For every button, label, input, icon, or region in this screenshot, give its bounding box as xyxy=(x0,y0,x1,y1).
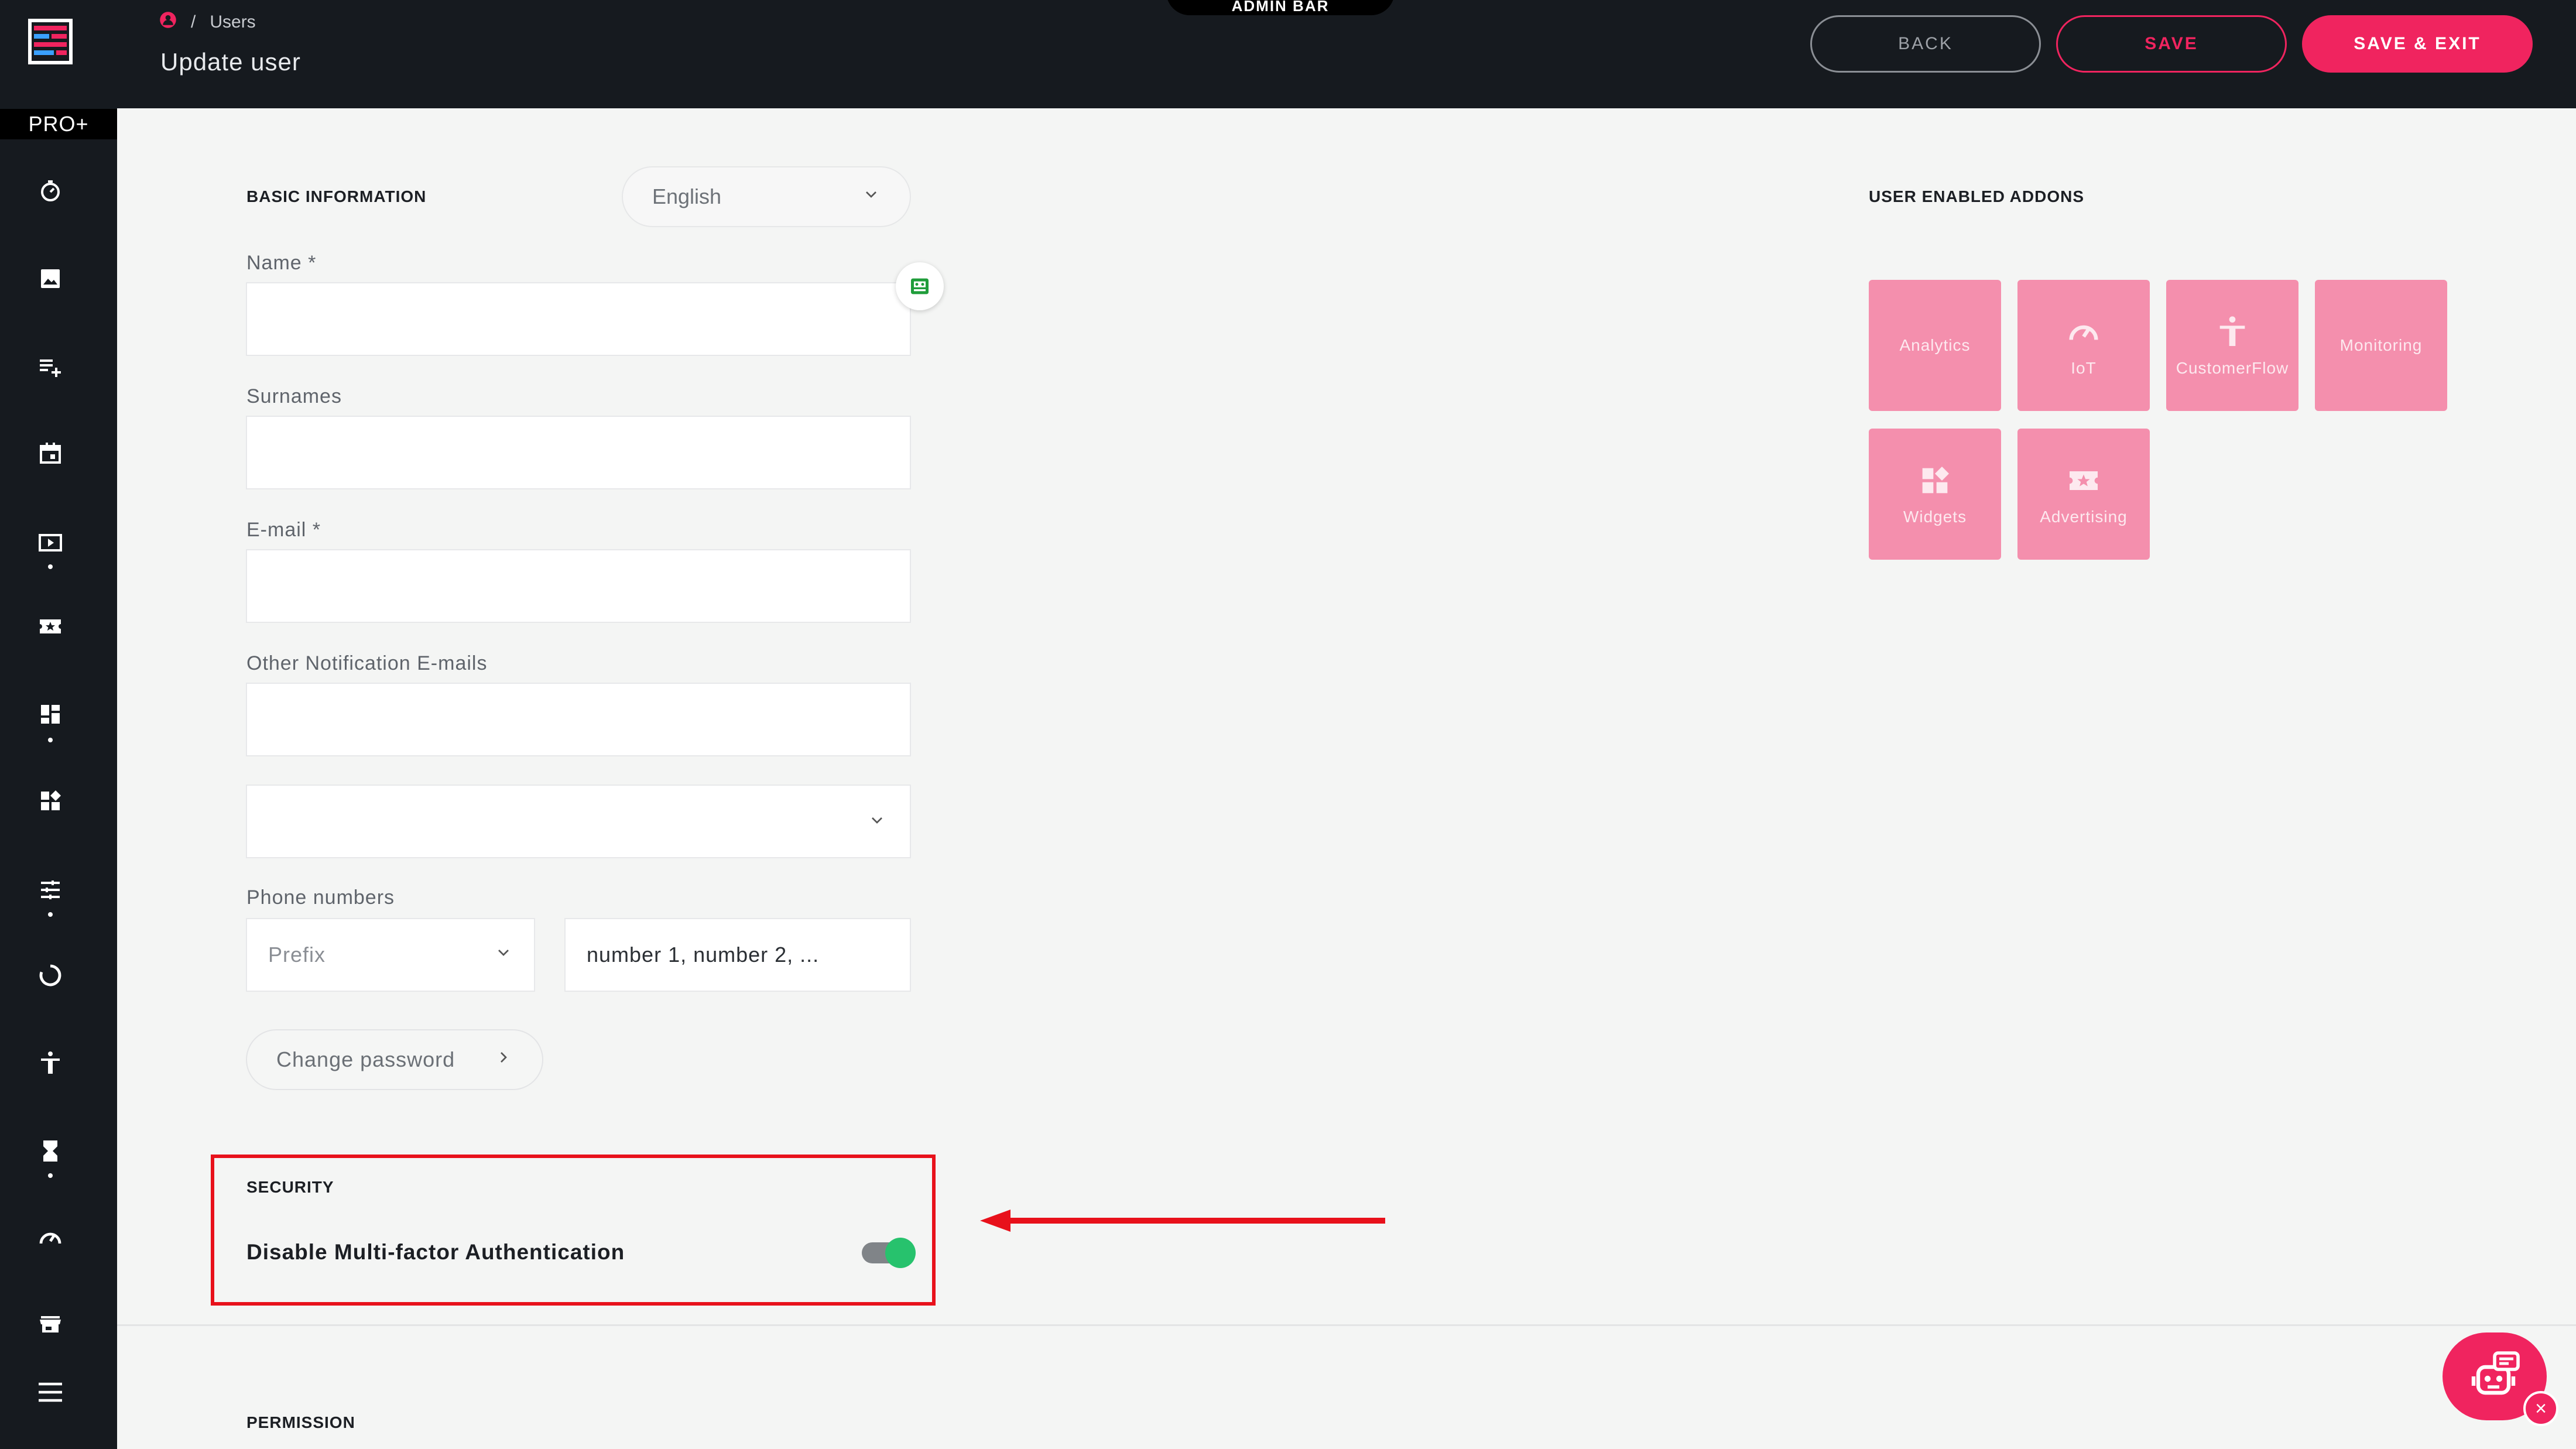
menu-icon[interactable] xyxy=(35,1377,66,1407)
phone-placeholder: number 1, number 2, ... xyxy=(587,943,820,967)
phone-numbers-label: Phone numbers xyxy=(246,886,395,909)
breadcrumb-separator: / xyxy=(191,12,196,32)
security-highlight-box xyxy=(211,1155,936,1306)
addon-label: IoT xyxy=(2071,359,2097,377)
addon-label: Monitoring xyxy=(2339,336,2423,354)
submenu-dot xyxy=(48,912,53,917)
widgets-icon xyxy=(1922,467,1949,494)
security-title: SECURITY xyxy=(246,1178,334,1196)
name-label: Name * xyxy=(246,252,317,274)
other-emails-label: Other Notification E-mails xyxy=(246,652,488,674)
chevron-down-icon xyxy=(868,811,886,833)
addon-customerflow[interactable]: CustomerFlow xyxy=(2166,280,2298,411)
language-value: English xyxy=(652,184,722,208)
email-input[interactable] xyxy=(246,549,911,623)
speedometer-icon[interactable] xyxy=(35,1222,66,1253)
app-logo[interactable] xyxy=(28,19,73,64)
save-and-exit-button[interactable]: SAVE & EXIT xyxy=(2302,15,2533,73)
admin-bar-tab[interactable]: ADMIN BAR xyxy=(1166,0,1395,15)
image-icon[interactable] xyxy=(35,263,66,294)
section-divider xyxy=(117,1324,2576,1326)
page-title: Update user xyxy=(160,48,301,76)
addon-monitoring[interactable]: Monitoring xyxy=(2315,280,2447,411)
playlist-add-icon[interactable] xyxy=(35,351,66,382)
breadcrumb: / Users xyxy=(159,11,256,34)
password-manager-icon[interactable] xyxy=(896,262,944,310)
annotation-arrow xyxy=(980,1210,1385,1232)
chevron-down-icon xyxy=(494,943,513,967)
change-password-button[interactable]: Change password xyxy=(246,1029,543,1090)
breadcrumb-users[interactable]: Users xyxy=(210,12,255,32)
refresh-icon[interactable] xyxy=(35,960,66,991)
user-circle-icon[interactable] xyxy=(159,11,177,33)
name-input[interactable] xyxy=(246,282,911,356)
addon-label: CustomerFlow xyxy=(2176,359,2289,377)
hourglass-icon[interactable] xyxy=(35,1136,66,1166)
speedometer-icon xyxy=(2069,325,2098,340)
submenu-dot xyxy=(48,564,53,569)
robot-icon xyxy=(2471,1351,2520,1395)
other-emails-input[interactable] xyxy=(246,683,911,756)
close-chatbot-icon[interactable]: × xyxy=(2523,1391,2558,1426)
plan-badge: PRO+ xyxy=(0,109,117,139)
addon-widgets[interactable]: Widgets xyxy=(1869,429,2001,560)
widgets-icon[interactable] xyxy=(35,786,66,816)
store-icon[interactable] xyxy=(35,1309,66,1340)
email-label: E-mail * xyxy=(246,519,321,541)
addon-iot[interactable]: IoT xyxy=(2017,280,2150,411)
phone-numbers-input[interactable]: number 1, number 2, ... xyxy=(564,918,911,992)
dashboard-icon[interactable] xyxy=(35,699,66,729)
basic-information-title: BASIC INFORMATION xyxy=(246,187,427,205)
submenu-dot xyxy=(48,738,53,742)
phone-prefix-select[interactable]: Prefix xyxy=(246,918,535,992)
addon-advertising[interactable]: Advertising xyxy=(2017,429,2150,560)
calendar-icon[interactable] xyxy=(35,438,66,468)
surnames-input[interactable] xyxy=(246,416,911,489)
back-button[interactable]: BACK xyxy=(1810,15,2041,73)
ticket-star-icon[interactable] xyxy=(35,611,66,642)
user-enabled-addons-title: USER ENABLED ADDONS xyxy=(1869,187,2084,205)
submenu-dot xyxy=(48,1173,53,1178)
user-select[interactable] xyxy=(246,785,911,858)
permission-title: PERMISSION xyxy=(246,1413,355,1431)
accessibility-icon xyxy=(2219,316,2245,346)
language-select[interactable]: English xyxy=(622,166,911,227)
addon-analytics[interactable]: Analytics xyxy=(1869,280,2001,411)
accessibility-icon[interactable] xyxy=(35,1048,66,1078)
addon-label: Widgets xyxy=(1903,508,1967,526)
change-password-label: Change password xyxy=(276,1047,455,1071)
admin-bar-label: ADMIN BAR xyxy=(1231,0,1330,15)
chevron-right-icon xyxy=(494,1047,513,1072)
timer-icon[interactable] xyxy=(35,176,66,206)
save-button[interactable]: SAVE xyxy=(2056,15,2287,73)
tv-play-icon[interactable] xyxy=(35,527,66,557)
mfa-label: Disable Multi-factor Authentication xyxy=(246,1240,625,1264)
surnames-label: Surnames xyxy=(246,385,342,407)
prefix-placeholder: Prefix xyxy=(268,943,326,967)
mfa-toggle-knob[interactable] xyxy=(885,1238,916,1268)
sliders-icon[interactable] xyxy=(35,875,66,905)
ticket-star-icon xyxy=(2070,471,2098,490)
chevron-down-icon xyxy=(862,184,881,209)
addon-label: Advertising xyxy=(2040,508,2128,526)
addon-label: Analytics xyxy=(1899,336,1971,354)
